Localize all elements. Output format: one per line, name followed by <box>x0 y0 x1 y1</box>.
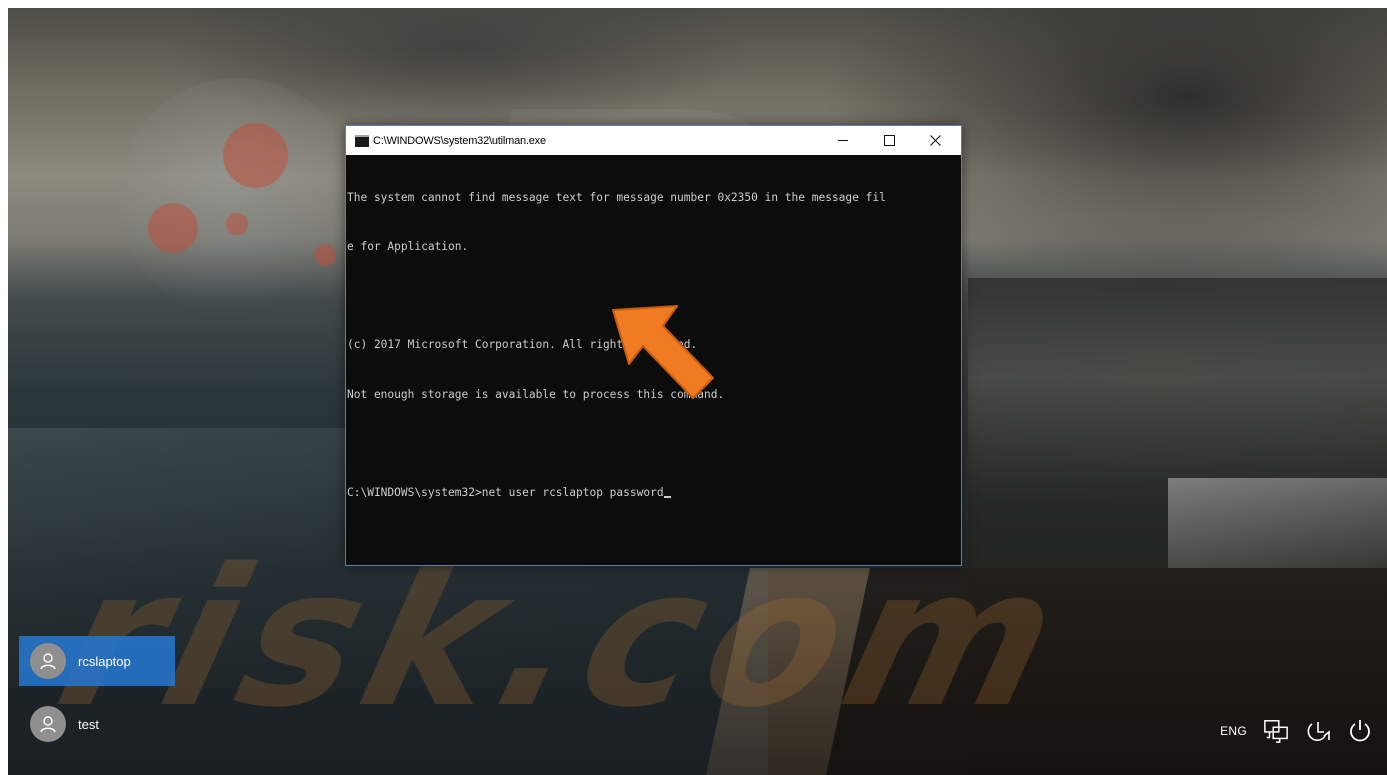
minimize-icon <box>838 140 848 141</box>
console-line: e for Application. <box>347 240 469 254</box>
power-icon[interactable] <box>1347 718 1373 744</box>
background-moon <box>118 78 358 318</box>
background-blob <box>223 123 288 188</box>
avatar <box>30 706 66 742</box>
close-button[interactable] <box>912 126 958 155</box>
console-line: The system cannot find message text for … <box>347 190 886 204</box>
user-icon <box>40 653 56 670</box>
ease-of-access-icon[interactable] <box>1305 718 1331 744</box>
user-icon <box>40 716 56 733</box>
background-blob <box>148 203 198 253</box>
user-name: rcslaptop <box>78 653 131 669</box>
user-name: test <box>78 716 99 732</box>
maximize-icon <box>883 135 895 146</box>
system-tray: ENG <box>1220 713 1373 749</box>
network-icon[interactable] <box>1263 718 1289 744</box>
close-icon <box>929 135 941 146</box>
console-title: C:\WINDOWS\system32\utilman.exe <box>373 134 546 147</box>
background-blob <box>314 244 336 266</box>
user-tile-rcslaptop[interactable]: rcslaptop <box>19 636 175 686</box>
minimize-button[interactable] <box>820 126 866 155</box>
console-command: C:\WINDOWS\system32>net user rcslaptop p… <box>347 486 664 500</box>
text-cursor <box>663 496 671 499</box>
console-titlebar[interactable]: C:\WINDOWS\system32\utilman.exe <box>346 126 961 155</box>
background-blob <box>226 213 248 235</box>
maximize-button[interactable] <box>866 126 912 155</box>
user-tile-test[interactable]: test <box>19 699 139 749</box>
pointer-arrow-icon <box>612 305 714 399</box>
console-prompt-line[interactable]: C:\WINDOWS\system32>net user rcslaptop p… <box>347 485 961 501</box>
language-indicator[interactable]: ENG <box>1220 724 1247 738</box>
background-snow <box>1168 478 1387 568</box>
avatar <box>30 643 66 679</box>
console-app-icon <box>355 134 369 147</box>
